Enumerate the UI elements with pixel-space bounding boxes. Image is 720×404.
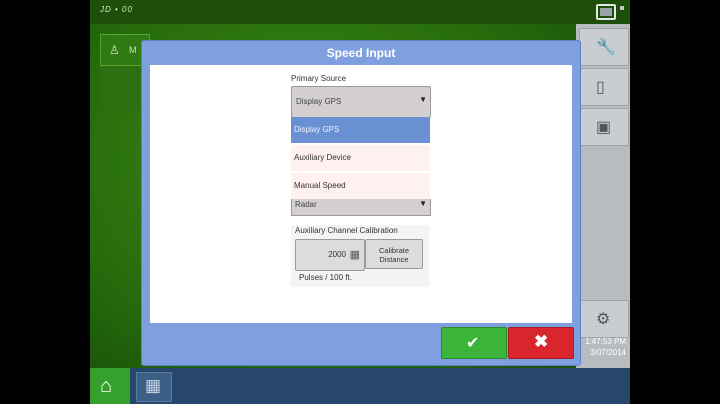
speed-input-dialog: Speed Input Primary Source Display GPS ▼…: [141, 40, 581, 366]
calibrate-label-line2: Distance: [379, 255, 409, 264]
keypad-icon: ▦: [349, 249, 360, 261]
calibrate-distance-button[interactable]: Calibrate Distance: [365, 239, 423, 269]
home-icon: ⌂: [100, 375, 113, 397]
home-button[interactable]: ⌂: [90, 368, 130, 404]
option-auxiliary-device[interactable]: Auxiliary Device: [291, 145, 430, 171]
pulses-input[interactable]: 2000 ▦: [295, 239, 365, 271]
shortcut-tools[interactable]: 🔧: [579, 28, 629, 66]
option-display-gps[interactable]: Display GPS: [291, 117, 430, 143]
primary-source-label: Primary Source: [291, 74, 347, 83]
shortcut-bottle[interactable]: ▯: [579, 68, 629, 106]
aux-calibration-label: Auxiliary Channel Calibration: [295, 226, 398, 235]
primary-source-options: Display GPS Auxiliary Device Manual Spee…: [291, 117, 430, 199]
clock: 1:47:53 PM 3/07/2014: [585, 336, 626, 358]
dropdown-arrow-icon: ▼: [419, 95, 427, 104]
pulses-value: 2000: [328, 250, 346, 259]
window-icon[interactable]: [596, 4, 616, 20]
ok-button[interactable]: ✔: [441, 327, 507, 359]
window-icon: ▣: [596, 119, 612, 136]
brand-logo: JD • 00: [100, 5, 133, 14]
shortcut-window[interactable]: ▣: [579, 108, 629, 146]
grid-icon: ▦: [145, 376, 162, 395]
clock-time: 1:47:53 PM: [585, 337, 626, 346]
bottle-icon: ▯: [596, 79, 605, 96]
dialog-title: Speed Input: [326, 46, 396, 60]
wrench-icon: 🔧: [596, 39, 616, 56]
pulses-unit-label: Pulses / 100 ft.: [299, 273, 352, 282]
tractor-icon: ⚙: [596, 311, 611, 328]
shortcut-tractor[interactable]: ⚙: [579, 300, 629, 338]
clock-date: 3/07/2014: [590, 348, 626, 357]
aux-calibration-group: Auxiliary Channel Calibration 2000 ▦ Cal…: [291, 225, 429, 287]
operator-icon: ♙: [109, 43, 120, 57]
status-indicator: [620, 6, 624, 10]
primary-source-value: Display GPS: [296, 97, 342, 106]
operator-tile-label: M: [129, 45, 137, 55]
calibrate-label-line1: Calibrate: [378, 246, 409, 255]
right-shortcut-panel: 🔧 ▯ ▣ ⚙ 1:47:53 PM 3/07/2014: [576, 24, 630, 368]
top-bar: JD • 00: [90, 0, 630, 24]
dialog-content: Primary Source Display GPS ▼ Display GPS…: [150, 65, 572, 323]
check-icon: ✔: [466, 335, 480, 352]
close-icon: ✖: [534, 332, 549, 351]
cancel-button[interactable]: ✖: [508, 327, 574, 359]
dropdown-arrow-icon: ▼: [419, 199, 427, 208]
primary-source-dropdown[interactable]: Display GPS ▼: [291, 86, 431, 118]
secondary-source-value: Radar: [295, 200, 317, 209]
option-manual-speed[interactable]: Manual Speed: [291, 173, 430, 199]
secondary-source-dropdown[interactable]: Radar ▼: [291, 199, 431, 216]
menu-grid-button[interactable]: ▦: [136, 372, 172, 402]
